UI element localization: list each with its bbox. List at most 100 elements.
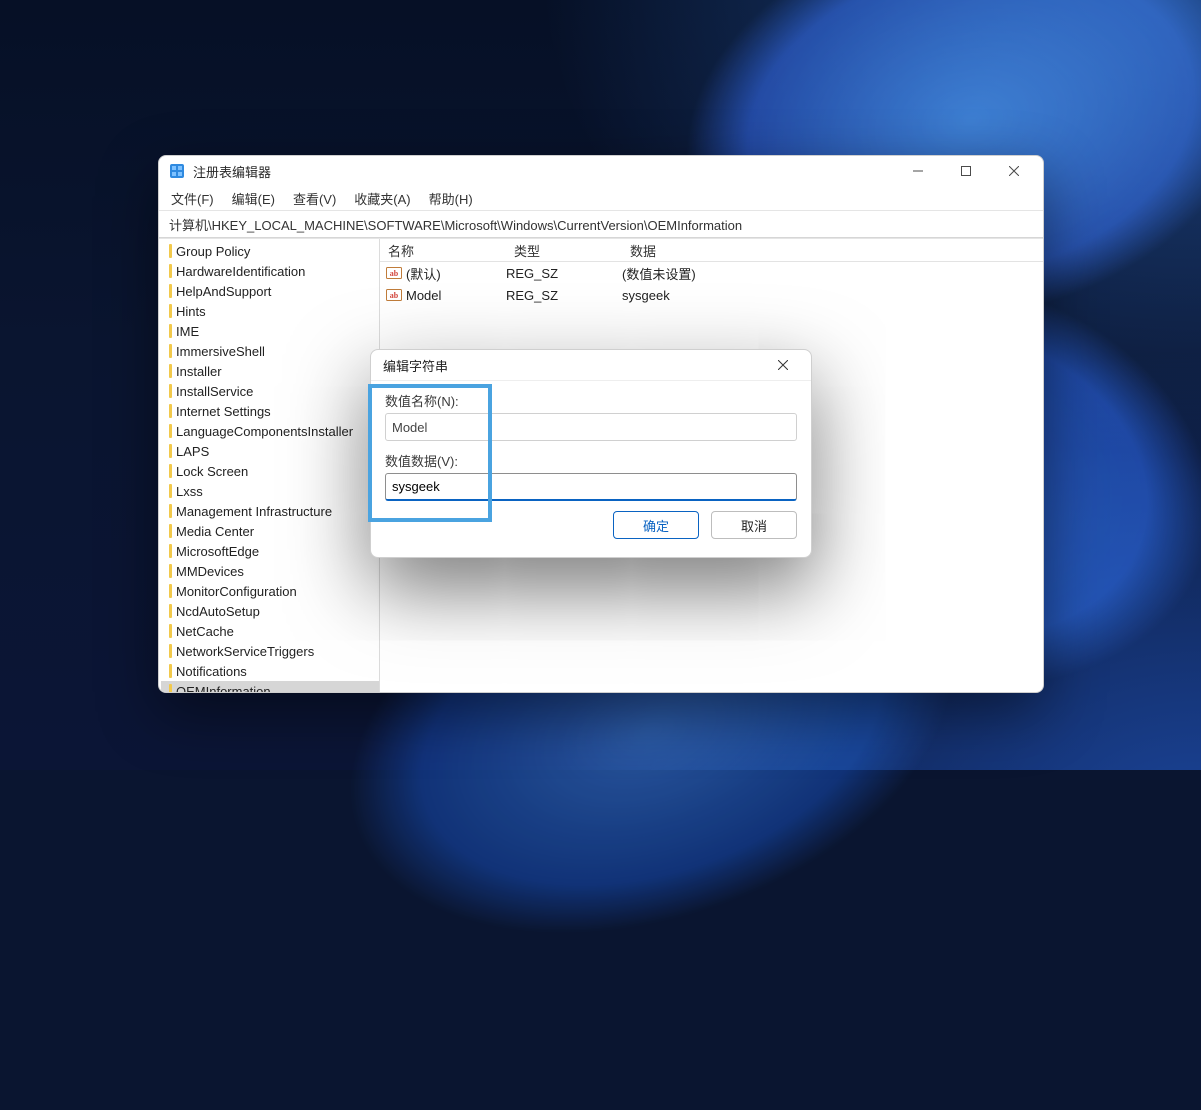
ok-button[interactable]: 确定: [613, 511, 699, 539]
tree-item-label: NetworkServiceTriggers: [176, 644, 314, 659]
menu-file[interactable]: 文件(F): [169, 187, 216, 210]
folder-icon: [169, 604, 172, 618]
tree-item-label: HelpAndSupport: [176, 284, 271, 299]
menu-view[interactable]: 查看(V): [291, 187, 338, 210]
table-row[interactable]: ab(默认)REG_SZ(数值未设置): [380, 262, 1043, 284]
string-value-icon: ab: [386, 287, 402, 303]
window-title: 注册表编辑器: [193, 162, 895, 181]
tree-item[interactable]: OEMInformation: [161, 681, 379, 692]
tree-item-label: Media Center: [176, 524, 254, 539]
titlebar[interactable]: 注册表编辑器: [159, 156, 1043, 186]
address-path: 计算机\HKEY_LOCAL_MACHINE\SOFTWARE\Microsof…: [169, 215, 742, 234]
svg-text:ab: ab: [390, 269, 399, 278]
folder-icon: [169, 384, 172, 398]
menubar: 文件(F) 编辑(E) 查看(V) 收藏夹(A) 帮助(H): [159, 186, 1043, 211]
tree-item[interactable]: NetCache: [161, 621, 379, 641]
tree-item-label: Management Infrastructure: [176, 504, 332, 519]
maximize-button[interactable]: [943, 157, 989, 185]
tree-item[interactable]: Management Infrastructure: [161, 501, 379, 521]
tree-item[interactable]: NcdAutoSetup: [161, 601, 379, 621]
tree-item[interactable]: MMDevices: [161, 561, 379, 581]
tree-item-label: Lxss: [176, 484, 203, 499]
tree-panel[interactable]: Group Policy HardwareIdentification HelpAn…: [159, 239, 380, 692]
menu-favorites[interactable]: 收藏夹(A): [352, 187, 412, 210]
dialog-body: 数值名称(N): 数值数据(V):: [371, 381, 811, 511]
cancel-button[interactable]: 取消: [711, 511, 797, 539]
value-name-label: 数值名称(N):: [385, 394, 459, 409]
folder-icon: [169, 344, 172, 358]
cell-type: REG_SZ: [506, 266, 622, 281]
folder-icon: [169, 284, 172, 298]
menu-edit[interactable]: 编辑(E): [230, 187, 277, 210]
tree-item[interactable]: MonitorConfiguration: [161, 581, 379, 601]
col-header-type[interactable]: 类型: [514, 241, 630, 260]
tree-item[interactable]: HardwareIdentification: [161, 261, 379, 281]
tree-item[interactable]: HelpAndSupport: [161, 281, 379, 301]
tree-item-label: ImmersiveShell: [176, 344, 265, 359]
tree-item-label: OEMInformation: [176, 684, 271, 693]
tree-item-label: LAPS: [176, 444, 209, 459]
value-data-label: 数值数据(V):: [385, 454, 458, 469]
folder-icon: [169, 564, 172, 578]
folder-icon: [169, 364, 172, 378]
address-bar[interactable]: 计算机\HKEY_LOCAL_MACHINE\SOFTWARE\Microsof…: [159, 211, 1043, 238]
folder-icon: [169, 304, 172, 318]
value-data-field[interactable]: [385, 473, 797, 501]
folder-icon: [169, 404, 172, 418]
folder-icon: [169, 584, 172, 598]
close-button[interactable]: [991, 157, 1037, 185]
tree-item[interactable]: Notifications: [161, 661, 379, 681]
svg-text:ab: ab: [390, 291, 399, 300]
tree-item[interactable]: LAPS: [161, 441, 379, 461]
tree-item[interactable]: ImmersiveShell: [161, 341, 379, 361]
tree-item[interactable]: Installer: [161, 361, 379, 381]
value-name-field[interactable]: [385, 413, 797, 441]
dialog-button-row: 确定 取消: [371, 511, 811, 553]
tree-item-label: IME: [176, 324, 199, 339]
folder-icon: [169, 524, 172, 538]
tree-item-label: InstallService: [176, 384, 253, 399]
tree-item[interactable]: Lxss: [161, 481, 379, 501]
tree-item[interactable]: Media Center: [161, 521, 379, 541]
tree-item[interactable]: InstallService: [161, 381, 379, 401]
folder-icon: [169, 324, 172, 338]
minimize-button[interactable]: [895, 157, 941, 185]
col-header-name[interactable]: 名称: [380, 241, 514, 260]
folder-icon: [169, 264, 172, 278]
menu-help[interactable]: 帮助(H): [427, 187, 475, 210]
tree-item-label: NcdAutoSetup: [176, 604, 260, 619]
folder-icon: [169, 244, 172, 258]
tree-item-label: MMDevices: [176, 564, 244, 579]
tree-item[interactable]: Hints: [161, 301, 379, 321]
cell-data: sysgeek: [622, 288, 1043, 303]
tree-item-label: HardwareIdentification: [176, 264, 305, 279]
folder-icon: [169, 444, 172, 458]
tree-item[interactable]: MicrosoftEdge: [161, 541, 379, 561]
tree-item-label: MonitorConfiguration: [176, 584, 297, 599]
tree-item[interactable]: Lock Screen: [161, 461, 379, 481]
tree-item[interactable]: IME: [161, 321, 379, 341]
tree-item-label: Hints: [176, 304, 206, 319]
string-value-icon: ab: [386, 265, 402, 281]
tree-item[interactable]: LanguageComponentsInstaller: [161, 421, 379, 441]
folder-icon: [169, 624, 172, 638]
window-controls: [895, 157, 1037, 185]
dialog-titlebar[interactable]: 编辑字符串: [371, 350, 811, 381]
table-row[interactable]: abModelREG_SZsysgeek: [380, 284, 1043, 306]
tree-item-label: NetCache: [176, 624, 234, 639]
tree-item-label: Internet Settings: [176, 404, 271, 419]
tree-item[interactable]: Group Policy: [161, 241, 379, 261]
dialog-close-button[interactable]: [763, 352, 803, 378]
tree-item-label: Lock Screen: [176, 464, 248, 479]
regedit-icon: [169, 163, 185, 179]
edit-string-dialog: 编辑字符串 数值名称(N): 数值数据(V): 确定 取消: [370, 349, 812, 558]
folder-icon: [169, 424, 172, 438]
col-header-data[interactable]: 数据: [630, 241, 1043, 260]
tree-item[interactable]: Internet Settings: [161, 401, 379, 421]
folder-icon: [169, 664, 172, 678]
list-header[interactable]: 名称 类型 数据: [380, 239, 1043, 262]
tree-item-label: Installer: [176, 364, 222, 379]
dialog-title: 编辑字符串: [383, 356, 763, 375]
tree-item-label: LanguageComponentsInstaller: [176, 424, 353, 439]
tree-item[interactable]: NetworkServiceTriggers: [161, 641, 379, 661]
